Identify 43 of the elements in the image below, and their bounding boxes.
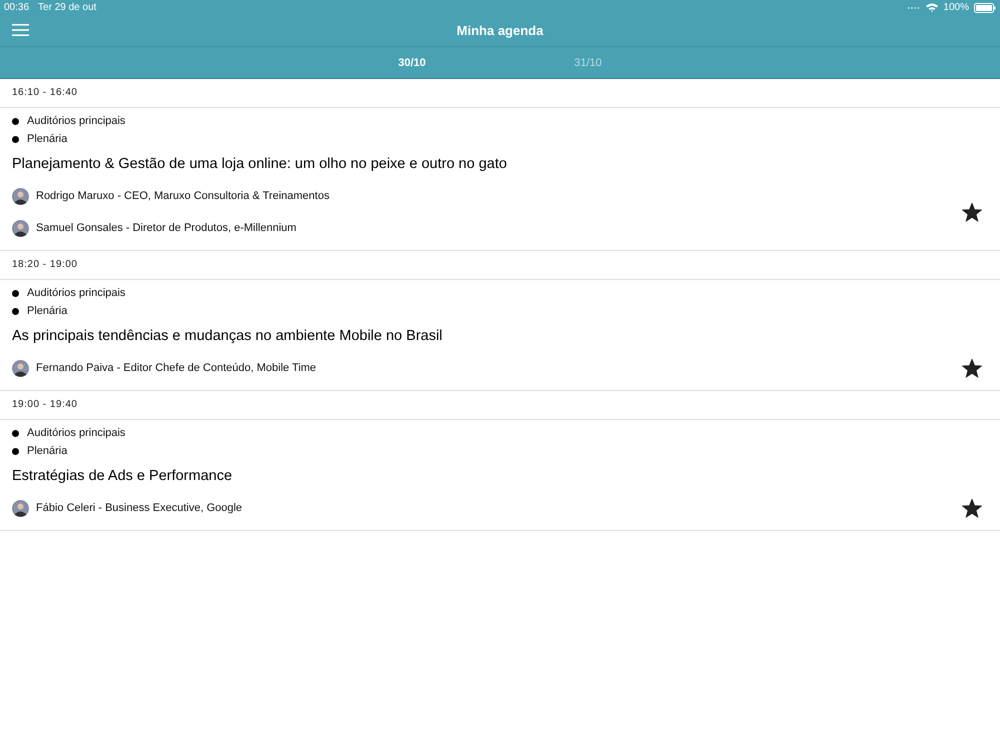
location-label: Plenária — [27, 133, 68, 145]
wifi-icon — [926, 3, 938, 12]
menu-icon — [12, 24, 29, 36]
bullet-icon — [12, 448, 19, 454]
speaker-name: Samuel Gonsales - Diretor de Produtos, e-Millennium — [36, 222, 296, 234]
status-date: Ter 29 de out — [38, 2, 96, 13]
menu-button[interactable] — [12, 24, 29, 36]
favorite-button[interactable] — [962, 202, 982, 222]
status-time: 00:36 — [4, 2, 30, 13]
page-title: Minha agenda — [456, 23, 544, 38]
time-slot: 16:10 - 16:40 — [0, 79, 1000, 108]
bullet-icon — [12, 290, 19, 296]
star-icon — [962, 202, 982, 222]
location-label: Auditórios principais — [27, 115, 126, 127]
session-title: Estratégias de Ads e Performance — [12, 468, 234, 484]
time-slot: 18:20 - 19:00 — [0, 251, 1000, 280]
bullet-icon — [12, 136, 19, 142]
signal-icon — [907, 6, 922, 10]
avatar-icon — [12, 188, 29, 204]
avatar-icon — [12, 220, 29, 236]
location-label: Plenária — [27, 445, 68, 457]
date-tab[interactable]: 31/10 — [570, 56, 606, 68]
battery-icon — [974, 2, 996, 12]
avatar-icon — [12, 360, 29, 376]
speaker-name: Fábio Celeri - Business Executive, Google — [36, 502, 242, 514]
speaker-name: Rodrigo Maruxo - CEO, Maruxo Consultoria & Treinamentos — [36, 190, 330, 202]
star-icon — [962, 358, 982, 378]
avatar-icon — [12, 500, 29, 516]
bullet-icon — [12, 430, 19, 436]
date-tab[interactable]: 30/10 — [394, 56, 430, 68]
favorite-button[interactable] — [962, 358, 982, 378]
bullet-icon — [12, 308, 19, 314]
session-title: As principais tendências e mudanças no ambiente Mobile no Brasil — [12, 328, 444, 344]
favorite-button[interactable] — [962, 498, 982, 518]
star-icon — [962, 498, 982, 518]
battery-percent: 100% — [943, 2, 969, 13]
time-slot: 19:00 - 19:40 — [0, 391, 1000, 420]
speaker-name: Fernando Paiva - Editor Chefe de Conteúdo, Mobile Time — [36, 362, 316, 374]
location-label: Auditórios principais — [27, 287, 126, 299]
session-title: Planejamento & Gestão de uma loja online: um olho no peixe e outro no gato — [12, 156, 508, 172]
bullet-icon — [12, 118, 19, 124]
location-label: Plenária — [27, 305, 68, 317]
location-label: Auditórios principais — [27, 427, 126, 439]
